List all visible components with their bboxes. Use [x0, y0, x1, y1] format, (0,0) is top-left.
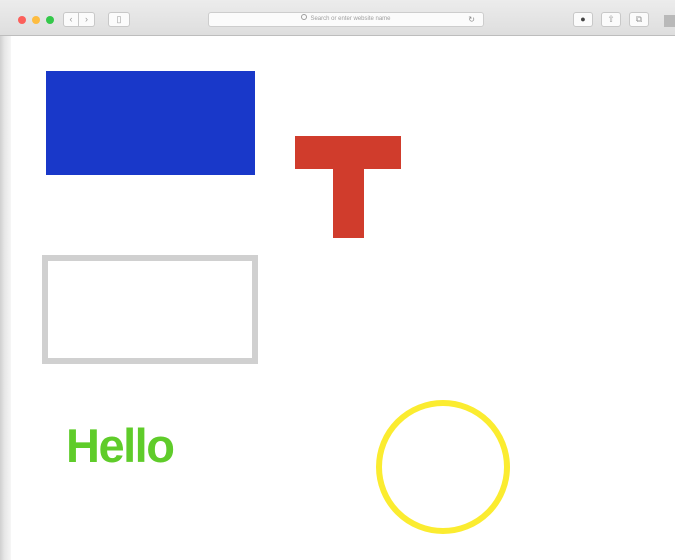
chevron-right-icon: ›: [85, 14, 88, 24]
search-icon: [301, 14, 308, 21]
browser-toolbar: ‹ › ▯ Search or enter website name ↻ ● ⇧…: [0, 0, 675, 36]
share-button[interactable]: ⇧: [601, 12, 621, 27]
sidebar-icon: ▯: [116, 14, 122, 24]
tabs-icon: ⧉: [635, 14, 643, 24]
show-tabs-button[interactable]: ⧉: [629, 12, 649, 27]
address-placeholder: Search or enter website name: [310, 16, 391, 22]
maximize-window-button[interactable]: [46, 16, 54, 24]
t-shape-stem: [333, 169, 364, 238]
downloads-button[interactable]: ●: [573, 12, 593, 27]
sidebar-toggle-button[interactable]: ▯: [108, 12, 130, 27]
grey-outline-rectangle: [42, 255, 258, 364]
download-icon: ●: [580, 14, 586, 24]
address-bar[interactable]: Search or enter website name ↻: [208, 12, 484, 27]
t-shape: [295, 136, 401, 238]
forward-button[interactable]: ›: [79, 12, 95, 27]
yellow-circle: [376, 400, 510, 534]
blue-rectangle: [46, 71, 255, 175]
page-content: Hello: [11, 36, 675, 560]
reload-icon[interactable]: ↻: [468, 15, 475, 24]
back-button[interactable]: ‹: [63, 12, 79, 27]
chevron-left-icon: ‹: [69, 14, 73, 24]
toolbar-edge-stub: [664, 15, 675, 27]
browser-window: ‹ › ▯ Search or enter website name ↻ ● ⇧…: [0, 0, 675, 560]
minimize-window-button[interactable]: [32, 16, 40, 24]
hello-text: Hello: [66, 419, 175, 472]
t-shape-bar: [295, 136, 401, 169]
address-placeholder-wrap: Search or enter website name: [209, 13, 483, 26]
close-window-button[interactable]: [18, 16, 26, 24]
window-left-edge: [0, 0, 11, 560]
share-icon: ⇧: [607, 14, 615, 24]
